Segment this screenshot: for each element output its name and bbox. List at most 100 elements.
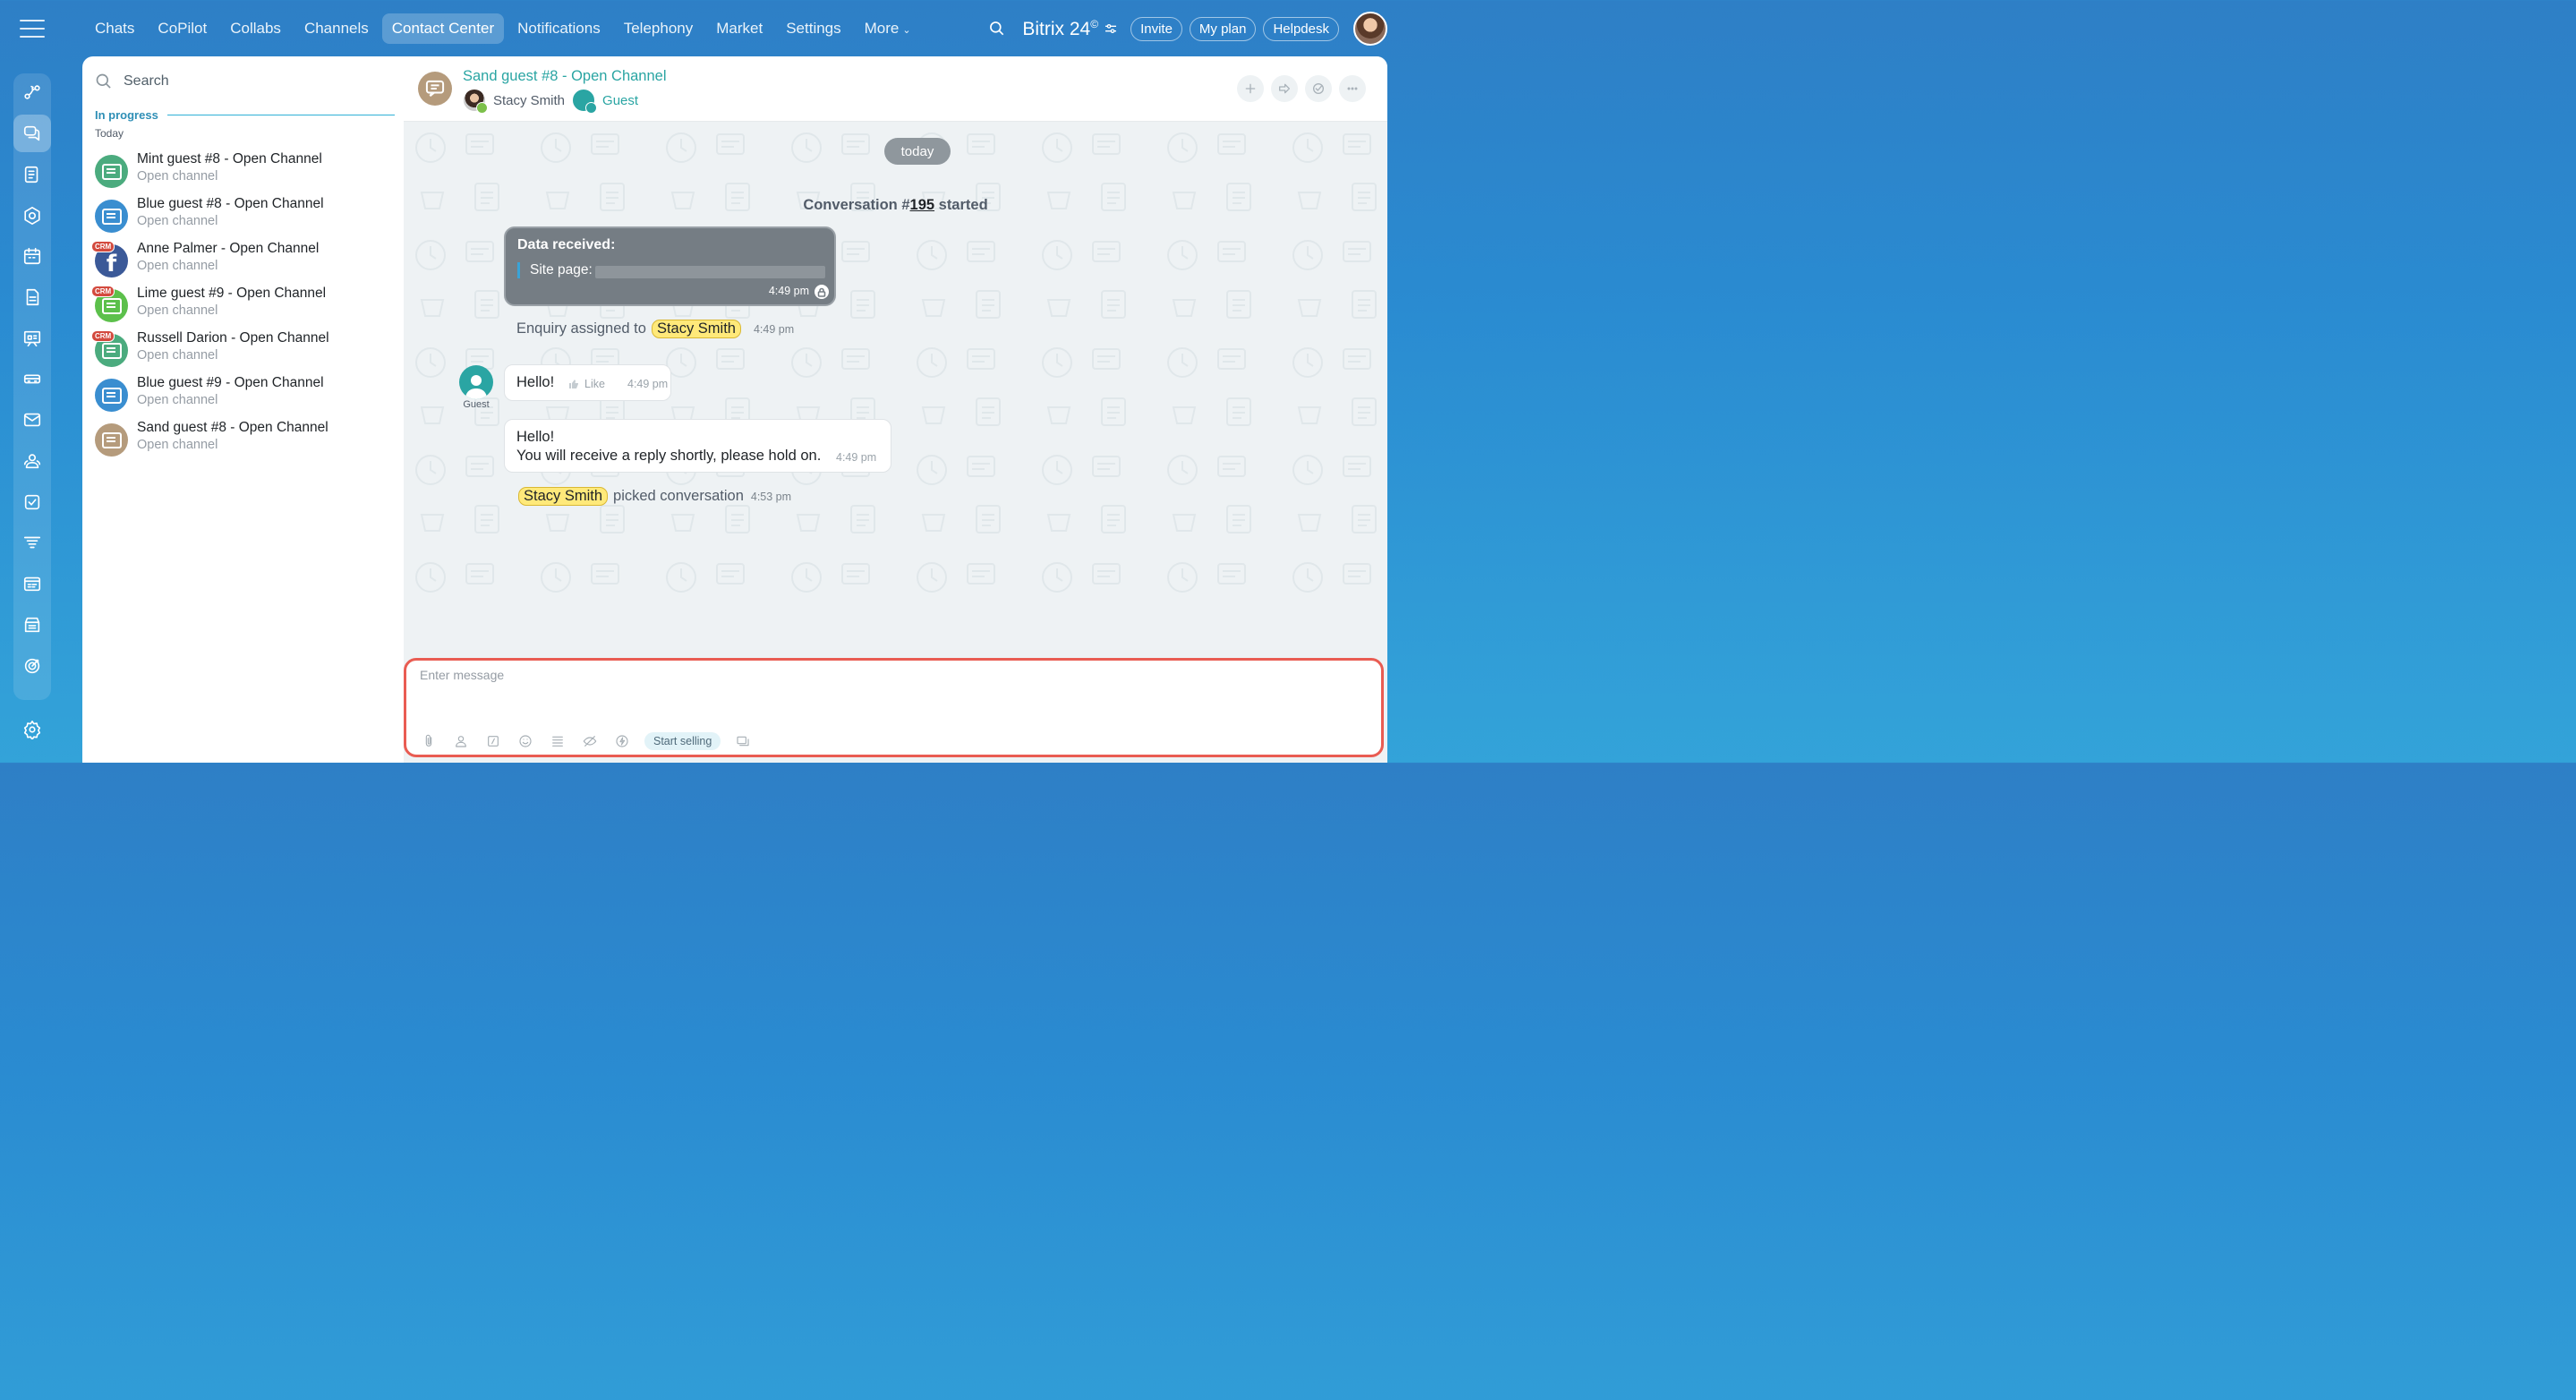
user-avatar[interactable] (1353, 12, 1387, 46)
picked-user-mention[interactable]: Stacy Smith (518, 487, 609, 506)
chat-participants: Stacy Smith Guest (463, 88, 638, 114)
chat-list-item[interactable]: CRM Russell Darion - Open Channel Open cha… (91, 330, 390, 370)
timeline-icon[interactable] (13, 565, 51, 602)
left-sidebar (0, 0, 64, 763)
chat-item-avatar (95, 423, 128, 457)
conversation-prefix: Conversation # (803, 197, 910, 213)
message-input[interactable]: Enter message (420, 668, 504, 682)
tasks-icon[interactable] (13, 483, 51, 521)
chat-list-item[interactable]: CRM Lime guest #9 - Open Channel Open chan… (91, 286, 390, 325)
flows-icon[interactable] (13, 73, 51, 111)
chat-list-item[interactable]: f CRM Anne Palmer - Open Channel Open chann… (91, 241, 390, 280)
brand-settings-icon[interactable] (1104, 21, 1118, 36)
docs-icon[interactable] (13, 278, 51, 316)
more-icon[interactable] (1339, 75, 1366, 102)
chat-list-item[interactable]: Blue guest #9 - Open Channel Open channel (95, 375, 390, 414)
guest-person-icon (465, 375, 487, 399)
lock-icon (815, 285, 829, 299)
search-box[interactable]: Search (95, 71, 169, 92)
brand-logo[interactable]: Bitrix 24© (1022, 18, 1098, 40)
menu-icon[interactable] (20, 20, 45, 38)
data-card-time: 4:49 pm (768, 285, 809, 297)
nav-copilot[interactable]: CoPilot (148, 13, 217, 44)
my-plan-button[interactable]: My plan (1189, 16, 1257, 41)
chat-list-item[interactable]: Mint guest #8 - Open Channel Open channel (95, 151, 390, 191)
chat-item-name: Sand guest #8 - Open Channel (137, 420, 328, 435)
invite-button[interactable]: Invite (1130, 16, 1182, 41)
board-icon[interactable] (13, 320, 51, 357)
attach-icon[interactable] (419, 731, 439, 751)
chat-list-item[interactable]: Sand guest #8 - Open Channel Open channel (95, 420, 390, 459)
like-label: Like (584, 378, 605, 390)
chat-item-avatar (95, 155, 128, 188)
hidden-message-icon[interactable] (580, 731, 600, 751)
emoji-icon[interactable] (516, 731, 535, 751)
chat-item-name: Blue guest #9 - Open Channel (137, 375, 324, 390)
header-actions (1230, 75, 1366, 102)
filter-icon[interactable] (13, 524, 51, 561)
nav-notifications[interactable]: Notifications (508, 13, 610, 44)
finish-icon[interactable] (1305, 75, 1332, 102)
operator-avatar[interactable] (463, 89, 488, 114)
chat-bubble-icon (101, 208, 122, 225)
chat-item-name: Lime guest #9 - Open Channel (137, 286, 327, 301)
lightning-icon[interactable] (612, 731, 632, 751)
chat-list-item[interactable]: Blue guest #8 - Open Channel Open channel (95, 196, 390, 235)
guest-message-label: Guest (463, 399, 490, 410)
nav-more[interactable]: More ⌄ (855, 13, 921, 44)
guest-name[interactable]: Guest (602, 93, 638, 108)
like-button[interactable]: Like (568, 378, 605, 390)
nav-collabs[interactable]: Collabs (220, 13, 291, 44)
section-header: In progress (95, 108, 395, 122)
chat-title[interactable]: Sand guest #8 - Open Channel (463, 68, 667, 85)
operator-message[interactable]: Hello! You will receive a reply shortly,… (504, 419, 891, 473)
conversation-started: Conversation #195 started (404, 197, 1387, 214)
contacts-icon[interactable] (13, 442, 51, 480)
add-icon[interactable] (1237, 75, 1264, 102)
nav-channels[interactable]: Channels (294, 13, 379, 44)
facebook-icon: f (106, 250, 117, 277)
section-title: In progress (95, 108, 158, 122)
guest-message[interactable]: Hello! Like 4:49 pm (504, 364, 671, 401)
nav-chats[interactable]: Chats (85, 13, 144, 44)
conversation-number-link[interactable]: 195 (910, 197, 935, 213)
nav-telephony[interactable]: Telephony (614, 13, 704, 44)
chat-bubble-icon (101, 431, 122, 448)
nav-market[interactable]: Market (706, 13, 772, 44)
picked-time: 4:53 pm (750, 490, 792, 503)
transfer-icon[interactable] (1271, 75, 1298, 102)
mail-icon[interactable] (13, 401, 51, 439)
chat-avatar[interactable] (418, 72, 452, 106)
form-icon[interactable] (548, 731, 567, 751)
hexagon-icon[interactable] (13, 197, 51, 235)
feed-icon[interactable] (13, 156, 51, 193)
channel-icon (585, 102, 598, 114)
messenger-icon[interactable] (13, 115, 51, 152)
brand-mark: © (1090, 17, 1099, 30)
store-icon[interactable] (13, 606, 51, 644)
date-divider: today (884, 138, 951, 165)
user-icon[interactable] (451, 731, 471, 751)
car-icon[interactable] (13, 360, 51, 397)
guest-message-avatar[interactable] (459, 365, 493, 399)
helpdesk-button[interactable]: Helpdesk (1263, 16, 1339, 41)
assigned-user-mention[interactable]: Stacy Smith (651, 320, 741, 338)
target-icon[interactable] (13, 647, 51, 685)
guest-avatar[interactable] (572, 89, 598, 114)
chat-item-subtitle: Open channel (137, 348, 218, 363)
settings-icon[interactable] (13, 711, 51, 748)
calendar-icon[interactable] (13, 237, 51, 275)
start-selling-button[interactable]: Start selling (644, 732, 721, 750)
brand-name: Bitrix 24 (1022, 18, 1091, 39)
picked-notice: Stacy Smith picked conversation 4:53 pm (513, 487, 791, 506)
nav-contact-center[interactable]: Contact Center (381, 13, 505, 44)
nav-settings[interactable]: Settings (776, 13, 850, 44)
search-placeholder: Search (124, 73, 169, 89)
quick-answer-icon[interactable] (483, 731, 503, 751)
screens-icon[interactable] (733, 731, 753, 751)
operator-name[interactable]: Stacy Smith (493, 93, 565, 108)
chat-bubble-icon (101, 163, 122, 180)
composer-toolbar: Start selling (419, 731, 765, 751)
search-icon[interactable] (988, 20, 1006, 38)
assigned-text: Enquiry assigned to (516, 320, 646, 337)
